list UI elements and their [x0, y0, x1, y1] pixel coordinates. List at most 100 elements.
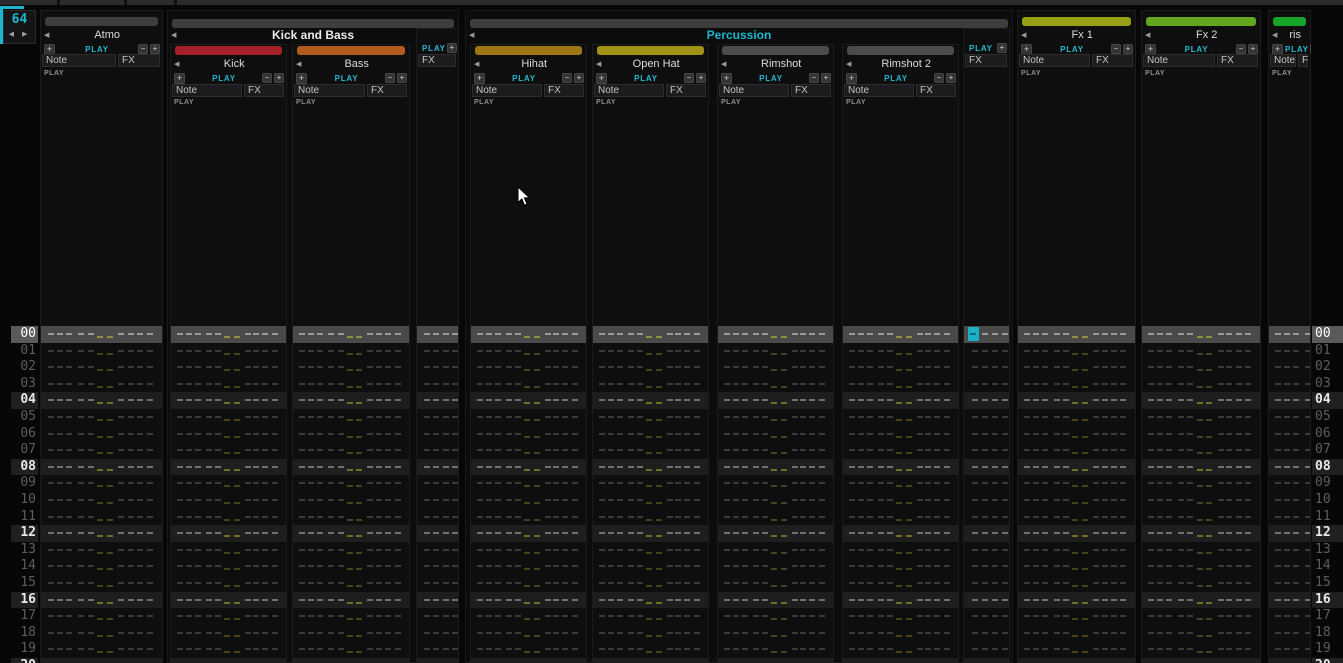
- pattern-cell[interactable]: [41, 492, 162, 509]
- note-column-header[interactable]: Note: [1143, 54, 1215, 67]
- pattern-cell[interactable]: [471, 575, 586, 592]
- pattern-cell[interactable]: [843, 542, 958, 559]
- pattern-cell[interactable]: [293, 426, 409, 443]
- pattern-cell[interactable]: [417, 608, 458, 625]
- pattern-cell[interactable]: [1018, 442, 1135, 459]
- pattern-cell[interactable]: [471, 376, 586, 393]
- pattern-cell[interactable]: [1018, 492, 1135, 509]
- pattern-cell[interactable]: [1269, 558, 1310, 575]
- pattern-cell[interactable]: [293, 542, 409, 559]
- pattern-cell[interactable]: [964, 376, 1009, 393]
- pattern-cell[interactable]: [1142, 359, 1260, 376]
- remove-note-column-button[interactable]: −: [809, 73, 819, 83]
- pattern-cell[interactable]: [593, 558, 708, 575]
- pattern-cell[interactable]: [718, 509, 833, 526]
- pattern-cell[interactable]: [1269, 625, 1310, 642]
- pattern-cell[interactable]: [293, 475, 409, 492]
- pattern-cell[interactable]: [718, 625, 833, 642]
- track-play-button[interactable]: PLAY: [57, 45, 137, 54]
- pattern-cell[interactable]: [593, 326, 708, 343]
- add-fx-column-button[interactable]: +: [447, 43, 457, 53]
- pattern-cell[interactable]: [718, 608, 833, 625]
- collapse-left-icon[interactable]: ◀: [41, 29, 52, 42]
- pattern-cell[interactable]: [1018, 575, 1135, 592]
- remove-note-column-button[interactable]: −: [385, 73, 395, 83]
- pattern-cell[interactable]: [1142, 575, 1260, 592]
- add-column-button[interactable]: +: [1021, 44, 1032, 55]
- add-note-column-button[interactable]: +: [946, 73, 956, 83]
- pattern-cell[interactable]: [718, 641, 833, 658]
- pattern-cell[interactable]: [417, 343, 458, 360]
- pattern-cell[interactable]: [1142, 326, 1260, 343]
- pattern-cell[interactable]: [843, 658, 958, 663]
- pattern-cell[interactable]: [1269, 575, 1310, 592]
- pattern-cell[interactable]: [1142, 426, 1260, 443]
- pattern-cell[interactable]: [1142, 525, 1260, 542]
- pattern-cell[interactable]: [1142, 376, 1260, 393]
- remove-note-column-button[interactable]: −: [1310, 44, 1311, 54]
- pattern-cell[interactable]: [293, 641, 409, 658]
- pattern-cell[interactable]: [718, 392, 833, 409]
- pattern-cell[interactable]: [171, 326, 286, 343]
- pattern-cell[interactable]: [1269, 392, 1310, 409]
- pattern-cell[interactable]: [171, 376, 286, 393]
- pattern-cell[interactable]: [1018, 542, 1135, 559]
- pattern-cell[interactable]: [1142, 509, 1260, 526]
- pattern-cell[interactable]: [843, 592, 958, 609]
- note-column-play-label[interactable]: PLAY: [1272, 70, 1292, 77]
- note-column-play-label[interactable]: PLAY: [296, 99, 316, 106]
- pattern-cell[interactable]: [417, 558, 458, 575]
- pattern-cell[interactable]: [171, 608, 286, 625]
- pattern-cell[interactable]: [964, 575, 1009, 592]
- pattern-cell[interactable]: [843, 459, 958, 476]
- add-note-column-button[interactable]: +: [1123, 44, 1133, 54]
- pattern-cell[interactable]: [471, 343, 586, 360]
- note-column-play-label[interactable]: PLAY: [596, 99, 616, 106]
- pattern-cell[interactable]: [171, 426, 286, 443]
- pattern-cell[interactable]: [593, 359, 708, 376]
- add-column-button[interactable]: +: [296, 73, 307, 84]
- pattern-cell[interactable]: [1269, 608, 1310, 625]
- note-column-play-label[interactable]: PLAY: [44, 70, 64, 77]
- pattern-cell[interactable]: [417, 426, 458, 443]
- pattern-cell[interactable]: [1018, 658, 1135, 663]
- pattern-cell[interactable]: [593, 575, 708, 592]
- group-play-button[interactable]: PLAY: [418, 44, 446, 53]
- pattern-cell[interactable]: [1269, 509, 1310, 526]
- pattern-cell[interactable]: [41, 509, 162, 526]
- pattern-cell[interactable]: [1269, 592, 1310, 609]
- pattern-cell[interactable]: [964, 409, 1009, 426]
- note-column-play-label[interactable]: PLAY: [721, 99, 741, 106]
- pattern-cell[interactable]: [171, 359, 286, 376]
- collapse-left-icon[interactable]: ◀: [471, 58, 482, 71]
- fx-column-header[interactable]: FX: [791, 84, 831, 97]
- pattern-cell[interactable]: [41, 442, 162, 459]
- pattern-cell[interactable]: [843, 409, 958, 426]
- pattern-cell[interactable]: [417, 575, 458, 592]
- pattern-cell[interactable]: [843, 525, 958, 542]
- pattern-cell[interactable]: [1269, 459, 1310, 476]
- note-column-header[interactable]: Note: [1019, 54, 1090, 67]
- pattern-cell[interactable]: [41, 641, 162, 658]
- pattern-cell[interactable]: [293, 509, 409, 526]
- pattern-cell[interactable]: [41, 475, 162, 492]
- pattern-cell[interactable]: [293, 608, 409, 625]
- collapse-left-icon[interactable]: ◀: [466, 29, 477, 42]
- pattern-cell[interactable]: [41, 625, 162, 642]
- pattern-cell[interactable]: [293, 359, 409, 376]
- collapse-left-icon[interactable]: ◀: [1018, 29, 1029, 42]
- pattern-cell[interactable]: [1018, 426, 1135, 443]
- pattern-cell[interactable]: [964, 542, 1009, 559]
- track-name-fx-2[interactable]: Fx 2: [1153, 29, 1260, 42]
- pattern-cell[interactable]: [1269, 426, 1310, 443]
- track-color-bar[interactable]: [1022, 17, 1131, 26]
- track-play-button[interactable]: PLAY: [487, 74, 561, 83]
- pattern-cell[interactable]: [171, 475, 286, 492]
- pattern-cell[interactable]: [41, 459, 162, 476]
- pattern-cell[interactable]: [171, 492, 286, 509]
- pattern-cell[interactable]: [718, 326, 833, 343]
- pattern-cell[interactable]: [718, 575, 833, 592]
- pattern-cell[interactable]: [1018, 558, 1135, 575]
- collapse-left-icon[interactable]: ◀: [1269, 29, 1280, 42]
- pattern-cell[interactable]: [718, 475, 833, 492]
